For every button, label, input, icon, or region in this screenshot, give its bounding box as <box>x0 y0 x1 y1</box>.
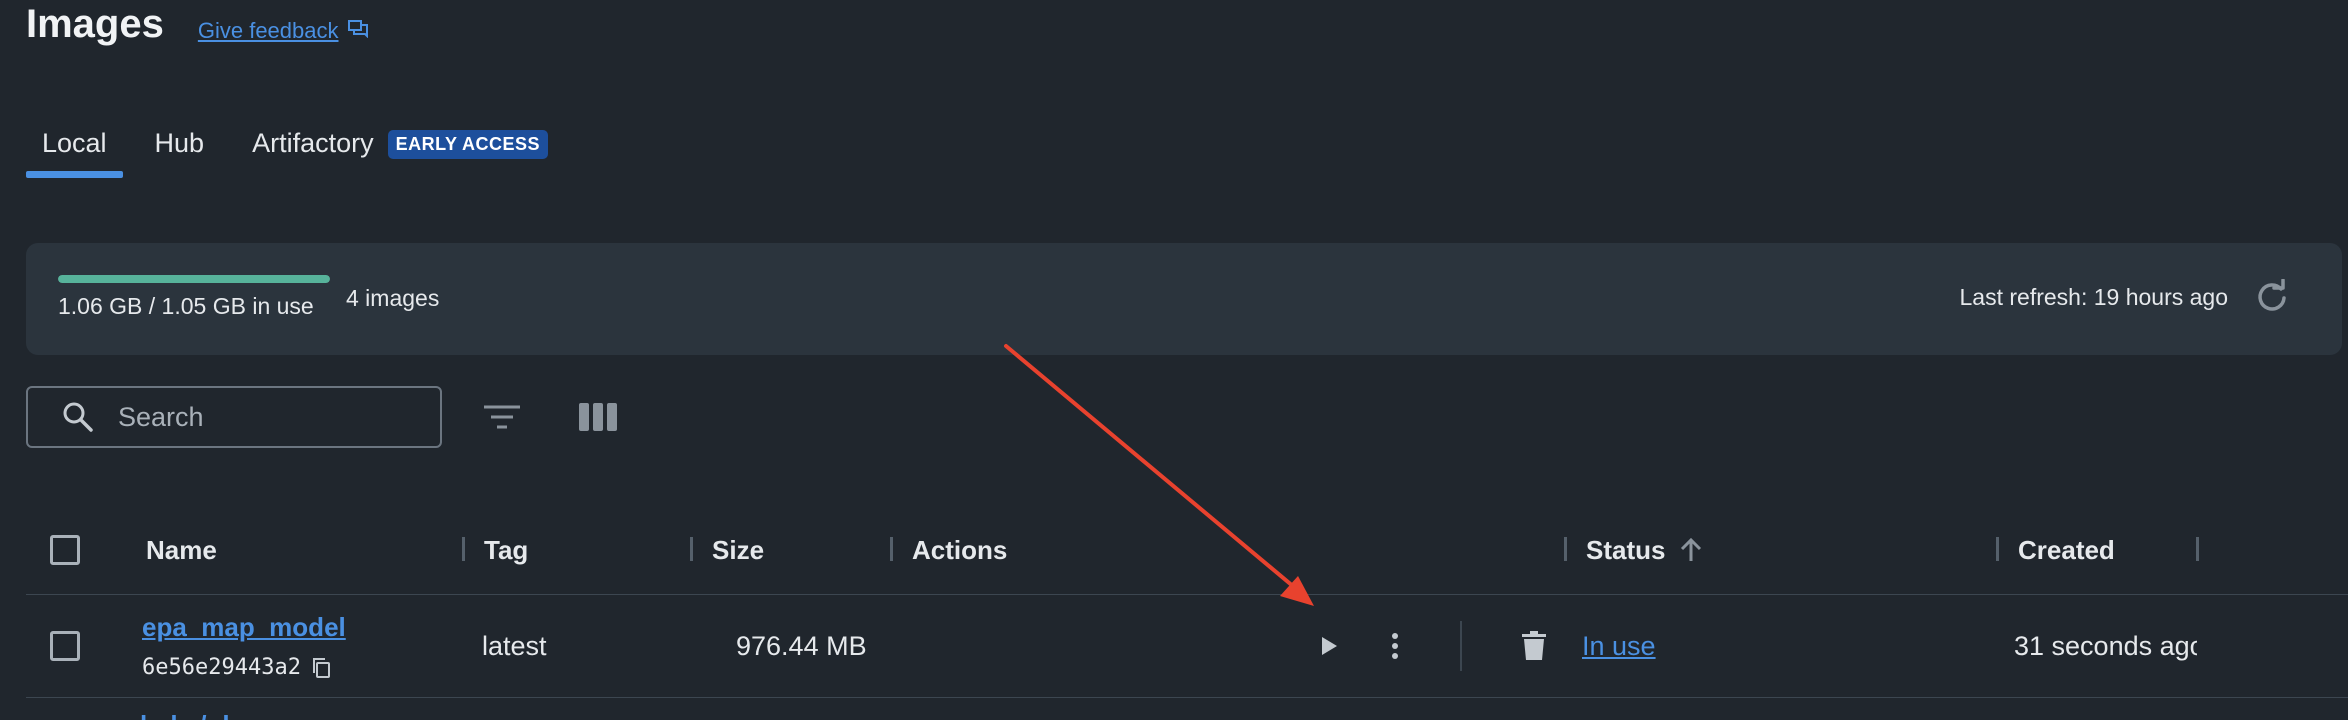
search-input[interactable] <box>116 400 420 434</box>
disk-usage-bar <box>58 275 330 283</box>
column-header-created[interactable]: Created <box>2018 506 2115 594</box>
run-button[interactable] <box>1318 595 1340 697</box>
image-tag: latest <box>482 630 547 661</box>
column-header-status[interactable]: Status <box>1586 506 1703 594</box>
column-resize-handle[interactable] <box>2196 537 2199 561</box>
search-box[interactable] <box>26 386 442 448</box>
image-name-cell: epa_map_model 6e56e29443a2 <box>142 595 346 697</box>
give-feedback-link[interactable]: Give feedback <box>198 18 369 44</box>
row-checkbox[interactable] <box>50 631 80 661</box>
refresh-icon <box>2258 279 2286 311</box>
delete-button[interactable] <box>1522 595 1546 697</box>
column-resize-handle[interactable] <box>890 537 893 561</box>
image-name-link[interactable]: epa_map_model <box>142 612 346 643</box>
tab-artifactory-label: Artifactory <box>252 128 374 158</box>
image-id-text: 6e56e29443a2 <box>142 655 301 680</box>
column-header-tag[interactable]: Tag <box>484 506 528 594</box>
row-select-cell <box>50 595 80 697</box>
images-table: Name Tag Size Actions Status Created epa… <box>26 506 2348 698</box>
refresh-area: Last refresh: 19 hours ago <box>1960 279 2291 315</box>
disk-usage-text: 1.06 GB / 1.05 GB in use <box>58 293 314 319</box>
docker-desktop-images-page: Images Give feedback Local Hub Artifacto… <box>0 0 2348 720</box>
actions-divider <box>1460 621 1462 671</box>
disk-usage: 1.06 GB / 1.05 GB in use <box>58 275 330 320</box>
column-resize-handle[interactable] <box>690 537 693 561</box>
created-time: 31 seconds ago <box>2014 630 2197 661</box>
column-resize-handle[interactable] <box>1996 537 1999 561</box>
arrow-up-icon <box>1679 537 1703 563</box>
tab-artifactory[interactable]: Artifactory EARLY ACCESS <box>236 120 564 178</box>
column-header-name[interactable]: Name <box>146 506 217 594</box>
disk-usage-fill <box>58 275 330 283</box>
image-size: 976.44 MB <box>736 630 867 661</box>
column-resize-handle[interactable] <box>1564 537 1567 561</box>
next-row-image-link[interactable]: bal.../ub... <box>140 710 460 720</box>
image-source-tabs: Local Hub Artifactory EARLY ACCESS <box>26 120 564 180</box>
column-header-actions: Actions <box>912 534 1008 565</box>
trash-icon <box>1522 631 1546 661</box>
disk-usage-summary: 1.06 GB / 1.05 GB in use 4 images Last r… <box>26 243 2342 355</box>
column-header-size[interactable]: Size <box>712 506 764 594</box>
tab-hub[interactable]: Hub <box>139 120 221 178</box>
images-toolbar <box>26 386 618 448</box>
table-header: Name Tag Size Actions Status Created <box>26 506 2348 595</box>
play-icon <box>1318 634 1340 658</box>
filter-button[interactable] <box>482 402 522 432</box>
image-id: 6e56e29443a2 <box>142 655 331 680</box>
column-resize-handle[interactable] <box>462 537 465 561</box>
early-access-badge: EARLY ACCESS <box>387 130 548 159</box>
tab-local[interactable]: Local <box>26 120 123 178</box>
copy-icon <box>312 657 330 678</box>
more-vert-icon <box>1390 632 1400 660</box>
copy-id-button[interactable] <box>311 657 331 679</box>
table-row[interactable]: epa_map_model 6e56e29443a2 latest 976.44… <box>26 595 2348 698</box>
select-all-cell <box>50 506 80 594</box>
status-in-use-link[interactable]: In use <box>1582 631 1656 662</box>
columns-button[interactable] <box>578 401 618 433</box>
last-refresh-text: Last refresh: 19 hours ago <box>1959 283 2229 310</box>
more-actions-button[interactable] <box>1390 595 1400 697</box>
columns-icon <box>579 403 617 431</box>
column-header-status-label: Status <box>1586 534 1666 565</box>
images-count: 4 images <box>346 285 440 311</box>
refresh-button[interactable] <box>2254 279 2290 315</box>
page-title: Images <box>26 2 164 46</box>
status-cell: In use <box>1582 595 1656 697</box>
filter-icon <box>484 405 520 429</box>
give-feedback-label: Give feedback <box>197 18 339 43</box>
page-header: Images Give feedback <box>26 0 369 52</box>
select-all-checkbox[interactable] <box>50 535 80 565</box>
search-icon <box>63 402 93 432</box>
feedback-icon <box>339 18 369 44</box>
